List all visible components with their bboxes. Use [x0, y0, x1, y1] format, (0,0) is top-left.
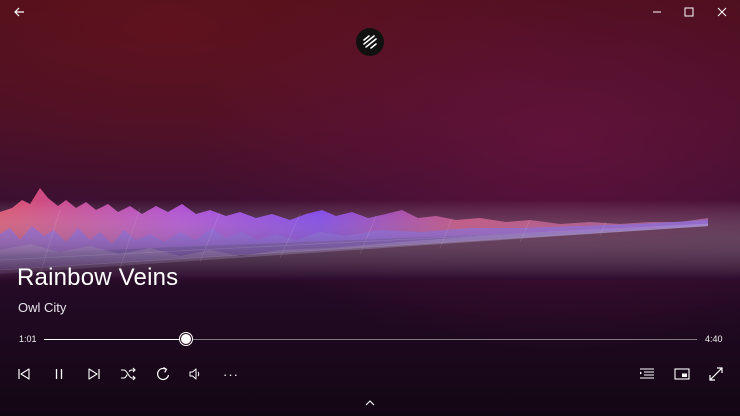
minimize-button[interactable]: [640, 0, 674, 24]
pause-button[interactable]: [48, 363, 70, 385]
now-playing-list-button[interactable]: [636, 363, 658, 385]
back-arrow-icon: [14, 7, 24, 17]
next-button[interactable]: [83, 363, 105, 385]
maximize-icon: [684, 7, 694, 17]
elapsed-time: 1:01: [19, 334, 37, 344]
shuffle-button[interactable]: [117, 363, 139, 385]
minimize-icon: [653, 11, 661, 13]
next-track-icon: [88, 368, 100, 380]
maximize-button[interactable]: [672, 0, 706, 24]
previous-track-icon: [18, 368, 30, 380]
repeat-icon: [157, 366, 170, 381]
mini-player-icon: [674, 368, 690, 380]
now-playing-list-icon: [640, 368, 654, 379]
expand-button[interactable]: [362, 396, 378, 410]
more-options-button[interactable]: ···: [220, 363, 242, 385]
mini-player-button[interactable]: [671, 363, 693, 385]
volume-icon: [189, 368, 200, 380]
close-button[interactable]: [705, 0, 739, 24]
shuffle-icon: [121, 367, 136, 381]
chevron-up-icon: [365, 400, 375, 406]
fullscreen-icon: [709, 367, 723, 381]
seek-progress: [44, 339, 187, 340]
pause-icon: [55, 369, 63, 379]
volume-button[interactable]: [184, 363, 206, 385]
close-icon: [717, 7, 727, 17]
song-title: Rainbow Veins: [17, 264, 179, 291]
seek-bar[interactable]: [44, 333, 697, 345]
seek-thumb[interactable]: [180, 333, 193, 345]
back-button[interactable]: [2, 0, 36, 24]
previous-button[interactable]: [13, 363, 35, 385]
groove-music-logo-icon: [356, 28, 384, 56]
duration-time: 4:40: [705, 334, 723, 344]
repeat-button[interactable]: [152, 363, 174, 385]
song-artist[interactable]: Owl City: [18, 300, 66, 315]
fullscreen-button[interactable]: [705, 363, 727, 385]
